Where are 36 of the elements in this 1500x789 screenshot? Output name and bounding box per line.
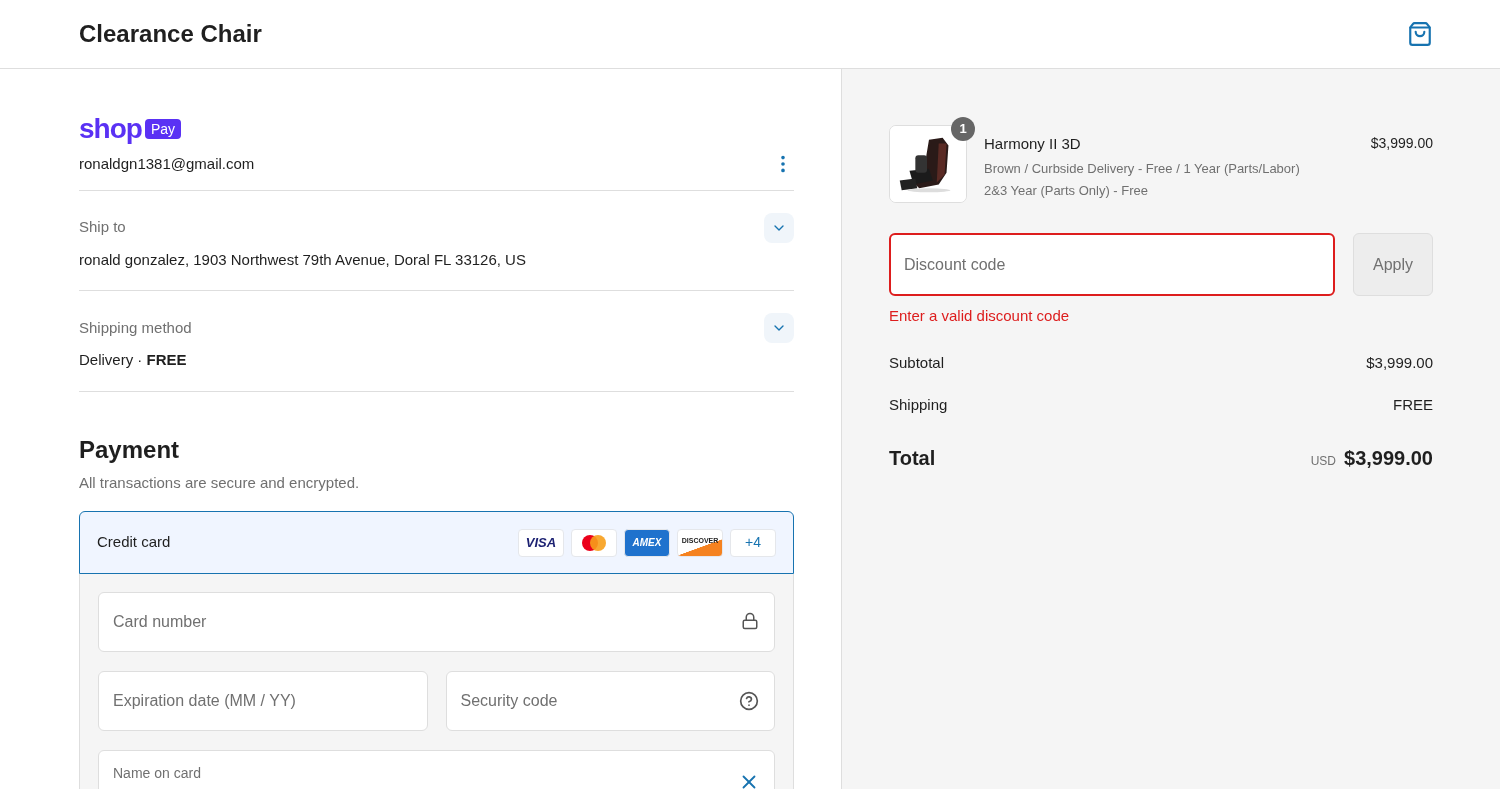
quantity-badge: 1	[951, 117, 975, 141]
shop-logo: shop	[79, 115, 142, 143]
pay-badge: Pay	[144, 119, 181, 139]
amex-card-logo: AMEX	[624, 528, 670, 557]
discount-field[interactable]: Discount code	[889, 233, 1335, 296]
product-variant: 2&3 Year (Parts Only) - Free	[984, 182, 1149, 200]
bag-icon[interactable]	[1407, 21, 1433, 47]
mastercard-logo	[571, 528, 617, 557]
total-amount: $3,999.00	[1344, 445, 1433, 471]
error-message: Enter a valid discount code	[889, 306, 1071, 326]
product-name: Harmony II 3D	[984, 134, 1082, 154]
lock-icon	[741, 612, 759, 630]
product-variant: Brown / Curbside Delivery - Free / 1 Year (Parts/Labor)	[984, 159, 1301, 178]
section-label: Ship to	[79, 217, 126, 238]
section-label: Shipping method	[79, 317, 192, 338]
name-on-card-field[interactable]: Name on card	[98, 750, 775, 789]
summary-value: FREE	[1393, 395, 1433, 415]
more-cards-badge: +4	[730, 528, 776, 557]
total-label: Total	[889, 445, 936, 471]
summary-label: Subtotal	[889, 352, 945, 373]
account-email: ronaldgn1381@gmail.com	[79, 154, 255, 174]
payment-subtitle: All transactions are secure and encrypted.	[79, 472, 361, 493]
store-title: Clearance Chair	[79, 19, 262, 49]
visa-card-logo: VISA	[518, 528, 564, 557]
input-field[interactable]: Card number	[98, 592, 775, 652]
section-value: Delivery · FREE	[79, 350, 188, 370]
summary-label: Shipping	[889, 395, 948, 415]
product-price: $3,999.00	[1370, 134, 1433, 153]
input-field[interactable]: Security code	[445, 671, 775, 731]
payment-heading: Payment	[79, 434, 181, 465]
currency-code: USD	[1310, 452, 1336, 470]
section-value: ronald gonzalez, 1903 Northwest 79th Avenue, Doral FL 33126, US	[79, 249, 527, 270]
field-label: Name on card	[113, 764, 202, 783]
help-icon[interactable]	[739, 691, 759, 711]
summary-value: $3,999.00	[1366, 352, 1433, 373]
input-field[interactable]: Expiration date (MM / YY)	[98, 671, 428, 731]
